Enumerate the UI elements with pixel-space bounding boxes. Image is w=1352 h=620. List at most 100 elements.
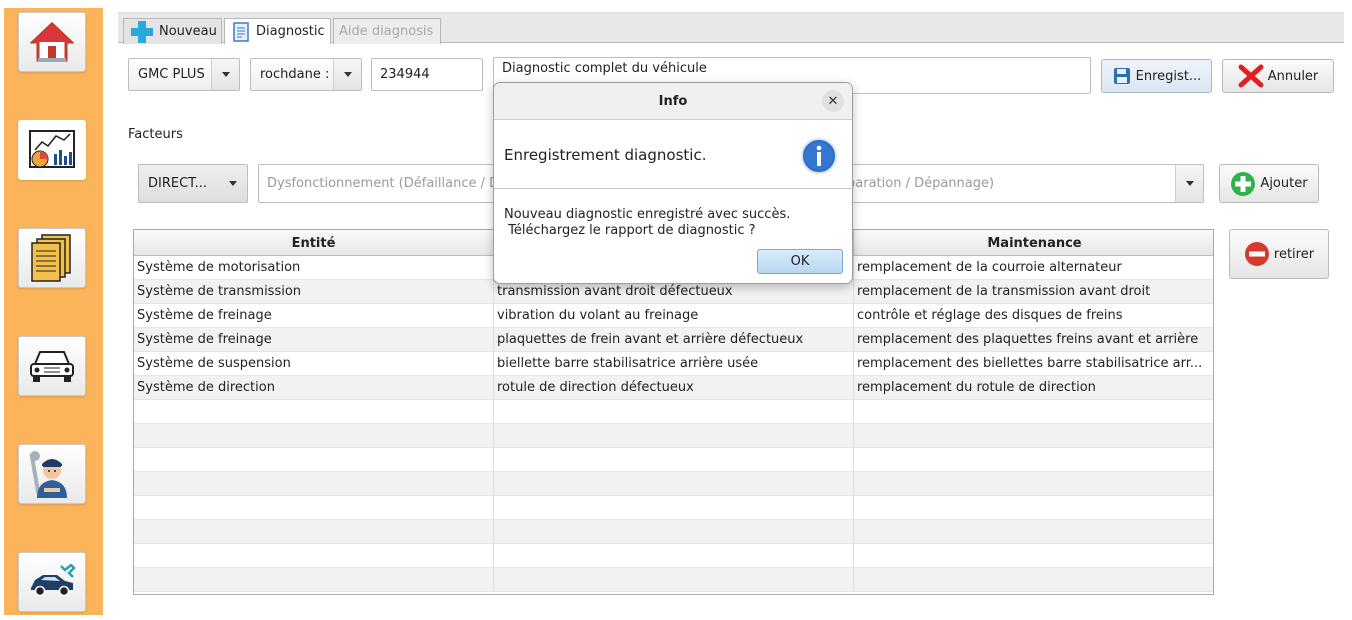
sidebar-item-home[interactable] bbox=[18, 12, 86, 72]
dialog-header-text: Enregistrement diagnostic. bbox=[504, 146, 707, 164]
cell-dysfonctionnement bbox=[494, 424, 854, 448]
table-row[interactable] bbox=[134, 472, 1213, 496]
table-row[interactable] bbox=[134, 424, 1213, 448]
analytics-icon bbox=[29, 130, 75, 168]
cell-dysfonctionnement bbox=[494, 544, 854, 568]
table-row[interactable] bbox=[134, 568, 1213, 592]
cell-entite: Système de transmission bbox=[134, 280, 494, 304]
cell-entite: Système de direction bbox=[134, 376, 494, 400]
add-circle-icon bbox=[1231, 171, 1256, 196]
dialog-message-text: Nouveau diagnostic enregistré avec succè… bbox=[504, 207, 791, 238]
cell-entite bbox=[134, 520, 494, 544]
app-window: Nouveau Diagnostic Aide diagnosis GMC PL… bbox=[0, 0, 1352, 620]
entity-select-value: DIRECT... bbox=[148, 176, 207, 191]
table-row[interactable] bbox=[134, 448, 1213, 472]
cell-entite: Système de freinage bbox=[134, 304, 494, 328]
cell-entite bbox=[134, 400, 494, 424]
sidebar-item-mechanics[interactable] bbox=[18, 444, 86, 504]
cell-dysfonctionnement: plaquettes de frein avant et arrière déf… bbox=[494, 328, 854, 352]
cell-dysfonctionnement: rotule de direction défectueux bbox=[494, 376, 854, 400]
car-repair-icon bbox=[31, 564, 76, 597]
sidebar-item-diagnostic[interactable] bbox=[18, 120, 86, 180]
cell-maintenance bbox=[854, 472, 1213, 496]
save-button[interactable]: Enregist... bbox=[1101, 59, 1212, 93]
cell-maintenance bbox=[854, 520, 1213, 544]
cell-entite bbox=[134, 568, 494, 592]
cell-maintenance: remplacement de la transmission avant dr… bbox=[854, 280, 1213, 304]
column-header-entite[interactable]: Entité bbox=[134, 230, 494, 256]
table-row[interactable] bbox=[134, 520, 1213, 544]
tab-nouveau[interactable]: Nouveau bbox=[123, 18, 222, 44]
cell-entite: Système de freinage bbox=[134, 328, 494, 352]
table-row[interactable] bbox=[134, 496, 1213, 520]
ok-button[interactable]: OK bbox=[757, 249, 843, 274]
cancel-button[interactable]: Annuler bbox=[1222, 59, 1334, 93]
cell-dysfonctionnement bbox=[494, 520, 854, 544]
column-header-maintenance[interactable]: Maintenance bbox=[854, 230, 1213, 256]
table-row[interactable] bbox=[134, 544, 1213, 568]
client-select-value: rochdane : bbox=[260, 67, 330, 82]
dialog-message: Nouveau diagnostic enregistré avec succè… bbox=[504, 207, 790, 239]
car-icon bbox=[30, 351, 74, 382]
cell-entite bbox=[134, 496, 494, 520]
vehicle-select[interactable]: GMC PLUS bbox=[128, 58, 240, 91]
table-row[interactable]: Système de suspension biellette barre sta… bbox=[134, 352, 1213, 376]
symptom-placeholder: Dysfonctionnement (Défaillance / D bbox=[267, 176, 500, 191]
mileage-field[interactable]: 234944 bbox=[371, 58, 483, 91]
client-select[interactable]: rochdane : bbox=[250, 58, 362, 91]
close-icon bbox=[1238, 64, 1264, 88]
cell-dysfonctionnement: biellette barre stabilisatrice arrière u… bbox=[494, 352, 854, 376]
cell-maintenance: remplacement des biellettes barre stabil… bbox=[854, 352, 1213, 376]
vehicle-select-value: GMC PLUS bbox=[138, 67, 205, 82]
save-button-label: Enregist... bbox=[1135, 68, 1202, 84]
table-row[interactable] bbox=[134, 400, 1213, 424]
cell-maintenance bbox=[854, 544, 1213, 568]
cell-dysfonctionnement bbox=[494, 400, 854, 424]
dialog-close-button[interactable]: ✕ bbox=[822, 90, 844, 112]
table-row[interactable]: Système de direction rotule de direction … bbox=[134, 376, 1213, 400]
tab-diagnostic[interactable]: Diagnostic bbox=[224, 18, 331, 44]
cell-maintenance bbox=[854, 448, 1213, 472]
tab-diagnostic-label: Diagnostic bbox=[256, 24, 325, 39]
dialog-header: Enregistrement diagnostic. bbox=[494, 120, 852, 189]
info-dialog: Info ✕ Enregistrement diagnostic. Nouvea… bbox=[493, 82, 853, 284]
cell-dysfonctionnement bbox=[494, 448, 854, 472]
cell-dysfonctionnement: vibration du volant au freinage bbox=[494, 304, 854, 328]
table-row[interactable]: Système de freinage plaquettes de frein a… bbox=[134, 328, 1213, 352]
chevron-down-icon bbox=[219, 165, 247, 202]
cell-dysfonctionnement bbox=[494, 472, 854, 496]
entity-select[interactable]: DIRECT... bbox=[138, 164, 248, 203]
remove-button-label: retirer bbox=[1273, 246, 1315, 262]
cell-entite bbox=[134, 544, 494, 568]
add-button-label: Ajouter bbox=[1260, 176, 1308, 191]
remove-circle-icon bbox=[1244, 242, 1269, 266]
sidebar-item-vehicles[interactable] bbox=[18, 336, 86, 396]
cell-entite: Système de motorisation bbox=[134, 256, 494, 280]
tab-aide-diagnosis: Aide diagnosis bbox=[333, 18, 441, 44]
documents-icon bbox=[31, 234, 71, 282]
plus-icon bbox=[129, 20, 155, 43]
cell-dysfonctionnement bbox=[494, 496, 854, 520]
cell-maintenance bbox=[854, 424, 1213, 448]
chevron-down-icon bbox=[333, 59, 361, 90]
cell-dysfonctionnement bbox=[494, 568, 854, 592]
factors-label: Facteurs bbox=[128, 127, 183, 142]
remove-button[interactable]: retirer bbox=[1229, 229, 1329, 279]
sidebar-item-documents[interactable] bbox=[18, 228, 86, 288]
sidebar-item-repair[interactable] bbox=[18, 552, 86, 612]
cell-maintenance: remplacement du rotule de direction bbox=[854, 376, 1213, 400]
cell-maintenance bbox=[854, 568, 1213, 592]
cell-entite bbox=[134, 448, 494, 472]
tab-aide-diagnosis-label: Aide diagnosis bbox=[339, 24, 434, 39]
cell-maintenance bbox=[854, 400, 1213, 424]
cell-entite bbox=[134, 424, 494, 448]
tab-nouveau-label: Nouveau bbox=[159, 24, 217, 39]
info-icon bbox=[800, 137, 838, 179]
close-icon: ✕ bbox=[827, 93, 839, 109]
table-row[interactable]: Système de freinage vibration du volant a… bbox=[134, 304, 1213, 328]
chevron-down-icon[interactable] bbox=[1175, 165, 1203, 202]
cell-entite bbox=[134, 472, 494, 496]
tab-bar: Nouveau Diagnostic Aide diagnosis bbox=[118, 12, 1344, 44]
dialog-title: Info bbox=[494, 83, 852, 120]
add-button[interactable]: Ajouter bbox=[1219, 164, 1319, 203]
